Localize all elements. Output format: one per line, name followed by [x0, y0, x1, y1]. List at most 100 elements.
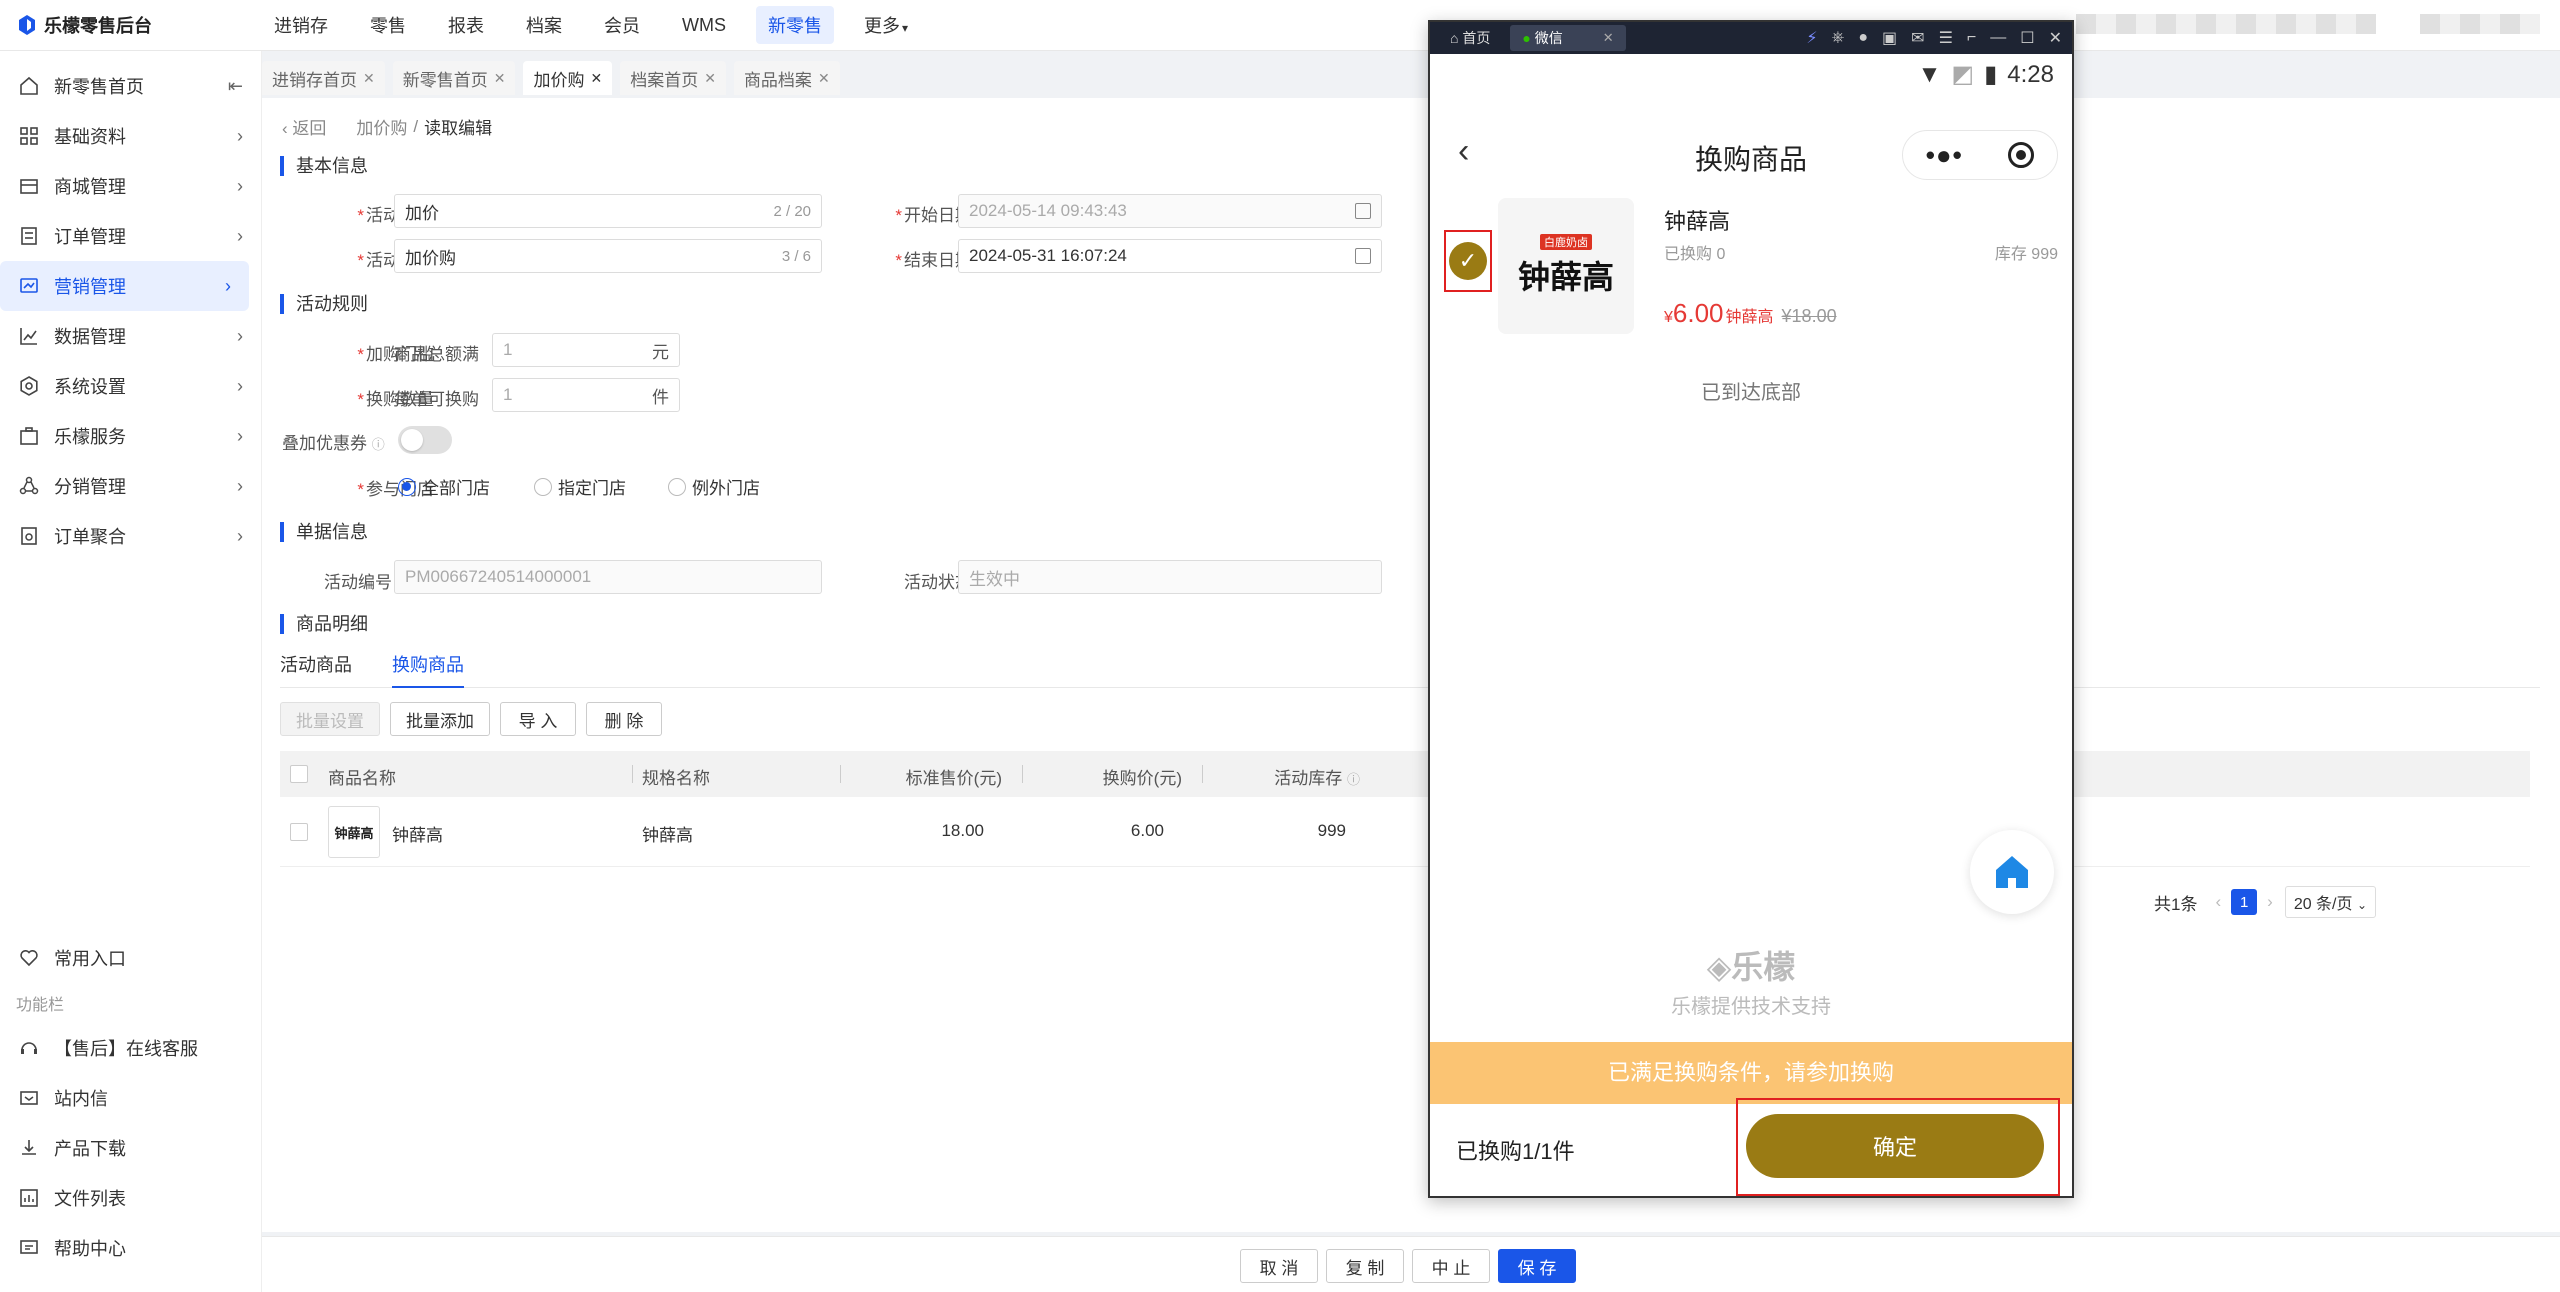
close-target-icon[interactable]: [2008, 142, 2035, 168]
close-icon[interactable]: ✕: [363, 70, 375, 87]
topnav-item-member[interactable]: 会员: [592, 6, 652, 44]
activity-tag-input[interactable]: 加价购 3 / 6: [394, 239, 822, 273]
threshold-input[interactable]: 1元: [492, 333, 680, 367]
radio-label: 全部门店: [422, 479, 490, 498]
subtab-activity-goods[interactable]: 活动商品: [280, 650, 352, 688]
sidebar-item-download[interactable]: 产品下载: [0, 1123, 262, 1173]
sidebar-item-lemon-service[interactable]: 乐檬服务 ›: [0, 411, 261, 461]
message-icon: [18, 1087, 40, 1109]
cell-product-name: 钟薛高: [392, 826, 443, 845]
collapse-icon[interactable]: ⇤: [228, 76, 243, 97]
back-link[interactable]: ‹ 返回: [282, 114, 326, 139]
select-all-checkbox[interactable]: [290, 765, 308, 783]
topnav-item-reports[interactable]: 报表: [436, 6, 496, 44]
exchange-qty-input[interactable]: 1件: [492, 378, 680, 412]
miniprogram-header: ‹ 换购商品 •●•: [1430, 120, 2072, 190]
start-date-input[interactable]: 2024-05-14 09:43:43: [958, 194, 1382, 228]
char-count: 2 / 20: [773, 202, 811, 220]
tab-archive-home[interactable]: 档案首页 ✕: [620, 61, 726, 95]
topnav-item-more[interactable]: 更多 ▾: [852, 6, 920, 44]
home-button[interactable]: [1970, 830, 2054, 914]
sidebar-item-new-retail-home[interactable]: 新零售首页 ⇤: [0, 61, 261, 111]
sidebar-item-help[interactable]: 帮助中心: [0, 1223, 262, 1273]
topnav-item-wms[interactable]: WMS: [670, 9, 738, 42]
sidebar-item-label: 订单聚合: [54, 527, 126, 547]
sidebar-item-online-support[interactable]: 【售后】在线客服: [0, 1023, 262, 1073]
minimize-icon[interactable]: —: [1990, 29, 2006, 47]
maximize-icon[interactable]: ☐: [2020, 28, 2034, 48]
save-button[interactable]: 保 存: [1498, 1249, 1576, 1283]
close-icon[interactable]: ✕: [590, 70, 602, 87]
sidebar-item-inbox[interactable]: 站内信: [0, 1073, 262, 1123]
chevron-right-icon: ›: [237, 325, 243, 346]
menu-icon[interactable]: ☰: [1939, 28, 1953, 48]
sidebar-item-data[interactable]: 数据管理 ›: [0, 311, 261, 361]
chevron-right-icon: ›: [237, 375, 243, 396]
sidebar-item-settings[interactable]: 系统设置 ›: [0, 361, 261, 411]
exchange-qty-unit: 件: [652, 387, 669, 407]
close-icon[interactable]: ✕: [494, 70, 506, 87]
topnav-item-retail[interactable]: 零售: [358, 6, 418, 44]
close-icon[interactable]: ✕: [1603, 30, 1614, 46]
coupon-stack-toggle[interactable]: [398, 426, 452, 454]
sidebar-item-marketing[interactable]: 营销管理 ›: [0, 261, 249, 311]
batch-add-button[interactable]: 批量添加: [390, 702, 490, 736]
user-icon[interactable]: ●: [1858, 29, 1868, 47]
gamepad-icon[interactable]: ⎈: [1832, 29, 1845, 47]
sidebar-item-order-aggregate[interactable]: 订单聚合 ›: [0, 511, 261, 561]
sidebar-item-mall[interactable]: 商城管理 ›: [0, 161, 261, 211]
sidebar-item-orders[interactable]: 订单管理 ›: [0, 211, 261, 261]
tab-new-retail-home[interactable]: 新零售首页 ✕: [392, 61, 516, 95]
page-size-select[interactable]: 20 条/页 ⌄: [2284, 886, 2377, 918]
radio-all-stores[interactable]: 全部门店: [398, 474, 490, 499]
copy-button[interactable]: 复 制: [1326, 1249, 1404, 1283]
sidebar-item-distribution[interactable]: 分销管理 ›: [0, 461, 261, 511]
main-panel: ‹ 返回 加价购 / 读取编辑 基本信息 *活动名称 加价2 / 20 *开始日…: [262, 98, 2560, 1232]
confirm-button[interactable]: 确定: [1746, 1114, 2044, 1178]
screenshot-icon[interactable]: ▣: [1882, 28, 1897, 48]
topnav-item-new-retail[interactable]: 新零售: [756, 6, 834, 44]
sidebar-item-file-list[interactable]: 文件列表: [0, 1173, 262, 1223]
pin-icon[interactable]: ⌐: [1967, 29, 1976, 47]
tab-product-archive[interactable]: 商品档案 ✕: [733, 61, 840, 95]
topnav-item-archive[interactable]: 档案: [514, 6, 574, 44]
import-button[interactable]: 导 入: [500, 702, 576, 736]
subtab-exchange-goods[interactable]: 换购商品: [392, 650, 464, 688]
cancel-button[interactable]: 取 消: [1240, 1249, 1318, 1283]
radio-label: 指定门店: [558, 479, 626, 498]
home-icon: [1996, 856, 2028, 888]
item-checked-icon[interactable]: ✓: [1449, 242, 1487, 280]
mail-icon[interactable]: ✉: [1911, 28, 1924, 48]
delete-button[interactable]: 删 除: [586, 702, 662, 736]
close-icon[interactable]: ✕: [818, 70, 830, 87]
batch-set-button[interactable]: 批量设置: [280, 702, 380, 736]
activity-name-input[interactable]: 加价 2 / 20: [394, 194, 822, 228]
sidebar-item-favorites[interactable]: 常用入口: [0, 933, 262, 983]
close-icon[interactable]: ✕: [704, 70, 716, 87]
breadcrumb-parent[interactable]: 加价购: [356, 114, 407, 139]
stop-button[interactable]: 中 止: [1412, 1249, 1490, 1283]
tab-markup-purchase[interactable]: 加价购 ✕: [523, 61, 613, 95]
topnav-item-inventory[interactable]: 进销存: [262, 6, 340, 44]
end-date-input[interactable]: 2024-05-31 16:07:24: [958, 239, 1382, 273]
col-activity-stock: 活动库存 ⓘ: [1260, 764, 1360, 789]
sidebar-item-basic-data[interactable]: 基础资料 ›: [0, 111, 261, 161]
tab-inventory-home[interactable]: 进销存首页 ✕: [262, 61, 385, 95]
next-page-icon[interactable]: ›: [2267, 892, 2273, 912]
footer-actions: 取 消 复 制 中 止 保 存: [262, 1236, 2560, 1292]
page-number[interactable]: 1: [2231, 889, 2258, 915]
prev-page-icon[interactable]: ‹: [2215, 892, 2221, 912]
more-dots-icon[interactable]: •●•: [1926, 140, 1963, 171]
col-activity-stock-label: 活动库存: [1274, 769, 1343, 788]
app-logo[interactable]: 乐檬零售后台: [0, 12, 262, 38]
row-checkbox[interactable]: [290, 823, 308, 841]
toolbar-icon[interactable]: ⚡: [1806, 28, 1817, 48]
exchanged-summary: 已换购1/1件: [1456, 1139, 1575, 1164]
preview-tab-home[interactable]: ⌂ 首页: [1438, 25, 1502, 51]
preview-tab-wechat[interactable]: ● 微信 ✕: [1510, 25, 1626, 51]
app-title: 乐檬零售后台: [44, 16, 152, 36]
radio-excluded-stores[interactable]: 例外门店: [668, 474, 760, 499]
radio-specified-stores[interactable]: 指定门店: [534, 474, 626, 499]
home-icon: [18, 75, 40, 97]
close-window-icon[interactable]: ✕: [2049, 28, 2062, 48]
